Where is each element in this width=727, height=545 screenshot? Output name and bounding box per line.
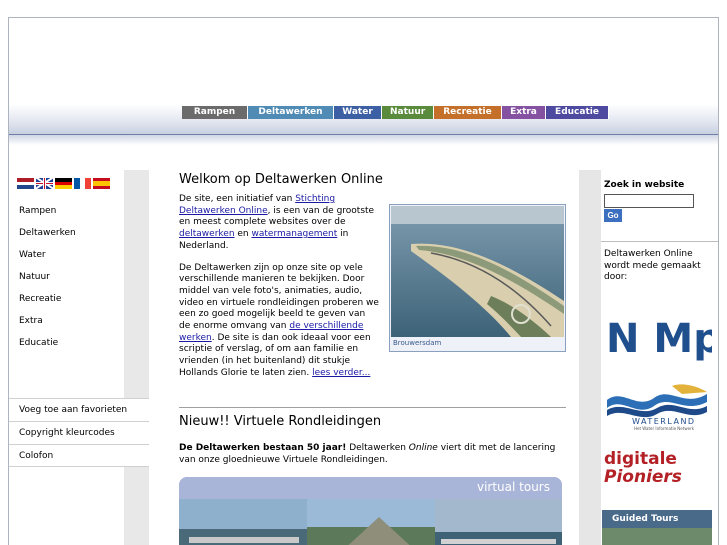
- search-label: Zoek in website: [604, 180, 685, 190]
- svg-text:digitale: digitale: [604, 449, 677, 469]
- virtual-tours-label: virtual tours: [476, 480, 550, 494]
- topnav-extra[interactable]: Extra: [502, 106, 546, 119]
- leftnav-water[interactable]: Water: [9, 244, 149, 266]
- flag-de-icon[interactable]: [55, 178, 72, 190]
- left-navigation: Rampen Deltawerken Water Natuur Recreati…: [9, 200, 149, 354]
- topnav-deltawerken[interactable]: Deltawerken: [248, 106, 334, 119]
- intro-text: De site, een initiatief van Stichting De…: [179, 194, 379, 390]
- svg-text:WATERLAND: WATERLAND: [632, 417, 696, 426]
- right-sidebar: Zoek in website Go Deltawerken Online wo…: [579, 170, 718, 545]
- leftnav-extra[interactable]: Extra: [9, 310, 149, 332]
- aerial-photo: [391, 206, 564, 337]
- header-band-lower: [9, 135, 718, 145]
- topnav-rampen[interactable]: Rampen: [182, 106, 248, 119]
- search-input[interactable]: [604, 194, 694, 208]
- read-more-link[interactable]: lees verder...: [312, 368, 370, 378]
- guided-tours-logo[interactable]: Guided Tours: [602, 510, 712, 545]
- watermanagement-link[interactable]: watermanagement: [252, 229, 338, 239]
- virtual-tours-banner[interactable]: virtual tours: [179, 477, 562, 545]
- photo-caption: Brouwersdam: [393, 339, 442, 347]
- svg-text:Pioniers: Pioniers: [604, 467, 682, 487]
- waterland-logo[interactable]: WATERLAND Het Water Informatie Netwerk: [602, 380, 712, 432]
- flag-nl-icon[interactable]: [17, 178, 34, 190]
- deltawerken-link[interactable]: deltawerken: [179, 229, 235, 239]
- brouwersdam-photo[interactable]: Brouwersdam: [389, 204, 566, 352]
- intro-paragraph-2: De Deltawerken zijn op onze site op vele…: [179, 262, 379, 378]
- flag-es-icon[interactable]: [93, 178, 110, 189]
- leftnav-natuur[interactable]: Natuur: [9, 266, 149, 288]
- svg-text:N Mp: N Mp: [606, 316, 712, 362]
- made-by-text: Deltawerken Online wordt mede gemaakt do…: [604, 249, 701, 283]
- add-favorites-link[interactable]: Voeg toe aan favorieten: [9, 398, 149, 421]
- right-divider: [601, 241, 718, 242]
- left-sidebar: Rampen Deltawerken Water Natuur Recreati…: [9, 170, 149, 545]
- left-utility-links: Voeg toe aan favorieten Copyright kleurc…: [9, 398, 149, 467]
- topnav-natuur[interactable]: Natuur: [382, 106, 434, 119]
- flag-en-icon[interactable]: [36, 178, 53, 189]
- section-title: Nieuw!! Virtuele Rondleidingen: [179, 414, 382, 429]
- page-frame: Rampen Deltawerken Water Natuur Recreati…: [8, 17, 719, 545]
- header: Rampen Deltawerken Water Natuur Recreati…: [9, 18, 718, 145]
- right-sidebar-shade: [579, 170, 601, 545]
- topnav-educatie[interactable]: Educatie: [546, 106, 609, 119]
- colofon-link[interactable]: Colofon: [9, 444, 149, 467]
- language-flags: [17, 178, 110, 190]
- search-go-button[interactable]: Go: [604, 209, 622, 222]
- leftnav-rampen[interactable]: Rampen: [9, 200, 149, 222]
- svg-text:Het Water Informatie Netwerk: Het Water Informatie Netwerk: [634, 426, 695, 431]
- leftnav-deltawerken[interactable]: Deltawerken: [9, 222, 149, 244]
- svg-text:Guided Tours: Guided Tours: [612, 514, 678, 524]
- digitale-pioniers-logo[interactable]: digitale Pioniers: [602, 442, 712, 490]
- nmp-logo[interactable]: N Mp: [602, 310, 712, 368]
- leftnav-educatie[interactable]: Educatie: [9, 332, 149, 354]
- leftnav-recreatie[interactable]: Recreatie: [9, 288, 149, 310]
- intro-paragraph-1: De site, een initiatief van Stichting De…: [179, 194, 375, 251]
- flag-fr-icon[interactable]: [74, 178, 92, 189]
- virtual-tours-intro: De Deltawerken bestaan 50 jaar! Deltawer…: [179, 443, 556, 465]
- page-title: Welkom op Deltawerken Online: [179, 172, 383, 187]
- copyright-colorcodes-link[interactable]: Copyright kleurcodes: [9, 421, 149, 444]
- main-content: Welkom op Deltawerken Online De site, ee…: [179, 170, 567, 545]
- content-divider: [179, 407, 566, 408]
- top-navigation: Rampen Deltawerken Water Natuur Recreati…: [182, 106, 609, 119]
- topnav-water[interactable]: Water: [334, 106, 382, 119]
- topnav-recreatie[interactable]: Recreatie: [434, 106, 502, 119]
